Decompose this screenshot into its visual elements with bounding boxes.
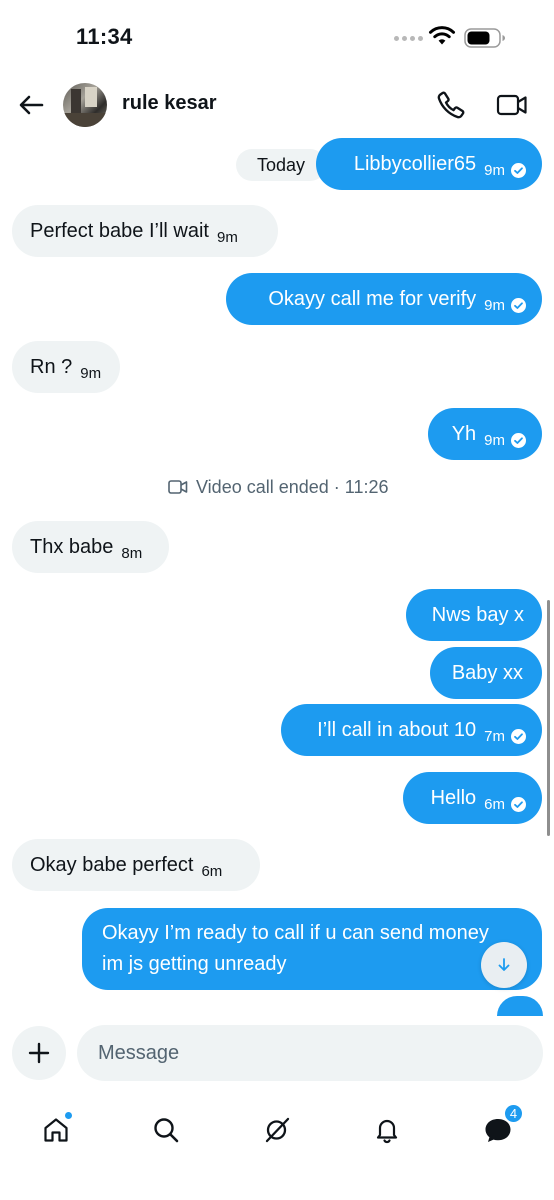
plus-icon	[28, 1042, 50, 1064]
notification-dot	[64, 1111, 73, 1120]
message-text: Yh	[451, 422, 477, 445]
nav-notifications[interactable]	[365, 1108, 409, 1152]
nav-search[interactable]	[144, 1108, 188, 1152]
back-arrow-icon[interactable]	[16, 90, 46, 120]
message-bubble-outgoing[interactable]: Hello 6m	[403, 772, 542, 824]
add-attachment-button[interactable]	[12, 1026, 66, 1080]
message-bubble-outgoing[interactable]: I’ll call in about 10 7m	[281, 704, 542, 756]
message-time: 9m	[484, 431, 505, 449]
contact-name[interactable]: rule kesar	[122, 92, 217, 115]
message-bubble-outgoing[interactable]: Yh 9m	[428, 408, 542, 460]
avatar[interactable]	[63, 83, 107, 127]
read-receipt-icon	[511, 297, 526, 313]
message-text: Perfect babe I’ll wait	[30, 219, 209, 242]
message-text-line: Okayy I’m ready to call if u can send mo…	[102, 922, 489, 944]
message-time: 9m	[80, 364, 102, 382]
message-text: Thx babe	[30, 535, 114, 558]
message-bubble-incoming[interactable]: Rn ? 9m	[12, 341, 120, 393]
read-receipt-icon	[511, 728, 526, 744]
video-call-icon[interactable]	[496, 91, 528, 119]
message-text-line: im js getting unready	[102, 953, 287, 975]
nav-grok[interactable]	[255, 1108, 299, 1152]
message-bubble-incoming[interactable]: Thx babe 8m	[12, 521, 169, 573]
call-ended-text: Video call ended · 11:26	[196, 476, 389, 497]
message-text: Okay babe perfect	[30, 853, 194, 876]
message-text: Rn ?	[30, 355, 73, 378]
message-bubble-incoming[interactable]: Okay babe perfect 6m	[12, 839, 260, 891]
bell-icon	[376, 1119, 398, 1144]
cellular-signal-icon	[394, 36, 423, 41]
message-time: 9m	[484, 296, 505, 314]
battery-icon	[464, 28, 505, 48]
message-bubble-outgoing[interactable]: Baby xx	[430, 647, 542, 699]
scrollbar[interactable]	[547, 600, 550, 836]
read-receipt-icon	[511, 432, 526, 448]
call-ended-event: Video call ended · 11:26	[168, 475, 388, 499]
message-bubble-incoming[interactable]: Perfect babe I’ll wait 9m	[12, 205, 278, 257]
grok-icon	[265, 1117, 290, 1143]
phone-icon[interactable]	[436, 90, 466, 120]
date-separator: Today	[236, 149, 326, 181]
status-bar: 11:34	[0, 0, 554, 70]
message-text: Libbycollier65	[353, 152, 477, 175]
message-time: 7m	[484, 727, 505, 745]
video-camera-icon	[168, 480, 188, 494]
read-receipt-icon	[511, 796, 526, 812]
message-time: 9m	[484, 161, 505, 179]
search-icon	[154, 1118, 179, 1143]
message-time: 8m	[121, 544, 143, 562]
read-receipt-icon	[511, 162, 526, 178]
wifi-icon	[429, 26, 455, 45]
message-text: Hello	[430, 786, 477, 809]
message-text: Nws bay x	[431, 603, 524, 626]
bottom-nav: 4	[0, 1094, 554, 1200]
chat-header: rule kesar	[0, 70, 554, 140]
message-bubble-partial[interactable]	[497, 996, 543, 1016]
message-text: Baby xx	[451, 661, 523, 684]
scroll-to-bottom-button[interactable]	[481, 942, 527, 988]
arrow-down-icon	[498, 958, 510, 971]
message-text: I’ll call in about 10	[317, 718, 477, 741]
message-bubble-outgoing[interactable]: Okayy call me for verify 9m	[226, 273, 542, 325]
message-time: 9m	[216, 228, 238, 246]
message-bubble-outgoing[interactable]: Nws bay x	[406, 589, 542, 641]
message-time: 6m	[484, 795, 505, 813]
message-time: 6m	[201, 862, 223, 880]
status-time: 11:34	[76, 24, 133, 49]
nav-home[interactable]	[34, 1108, 78, 1152]
message-bubble-outgoing[interactable]: Okayy I’m ready to call if u can send mo…	[82, 908, 542, 990]
nav-messages[interactable]: 4	[476, 1104, 523, 1152]
message-bubble-outgoing[interactable]: Libbycollier65 9m	[316, 138, 542, 190]
unread-count-badge: 4	[504, 1104, 523, 1123]
message-input[interactable]	[77, 1025, 543, 1081]
message-text: Okayy call me for verify	[268, 287, 477, 310]
